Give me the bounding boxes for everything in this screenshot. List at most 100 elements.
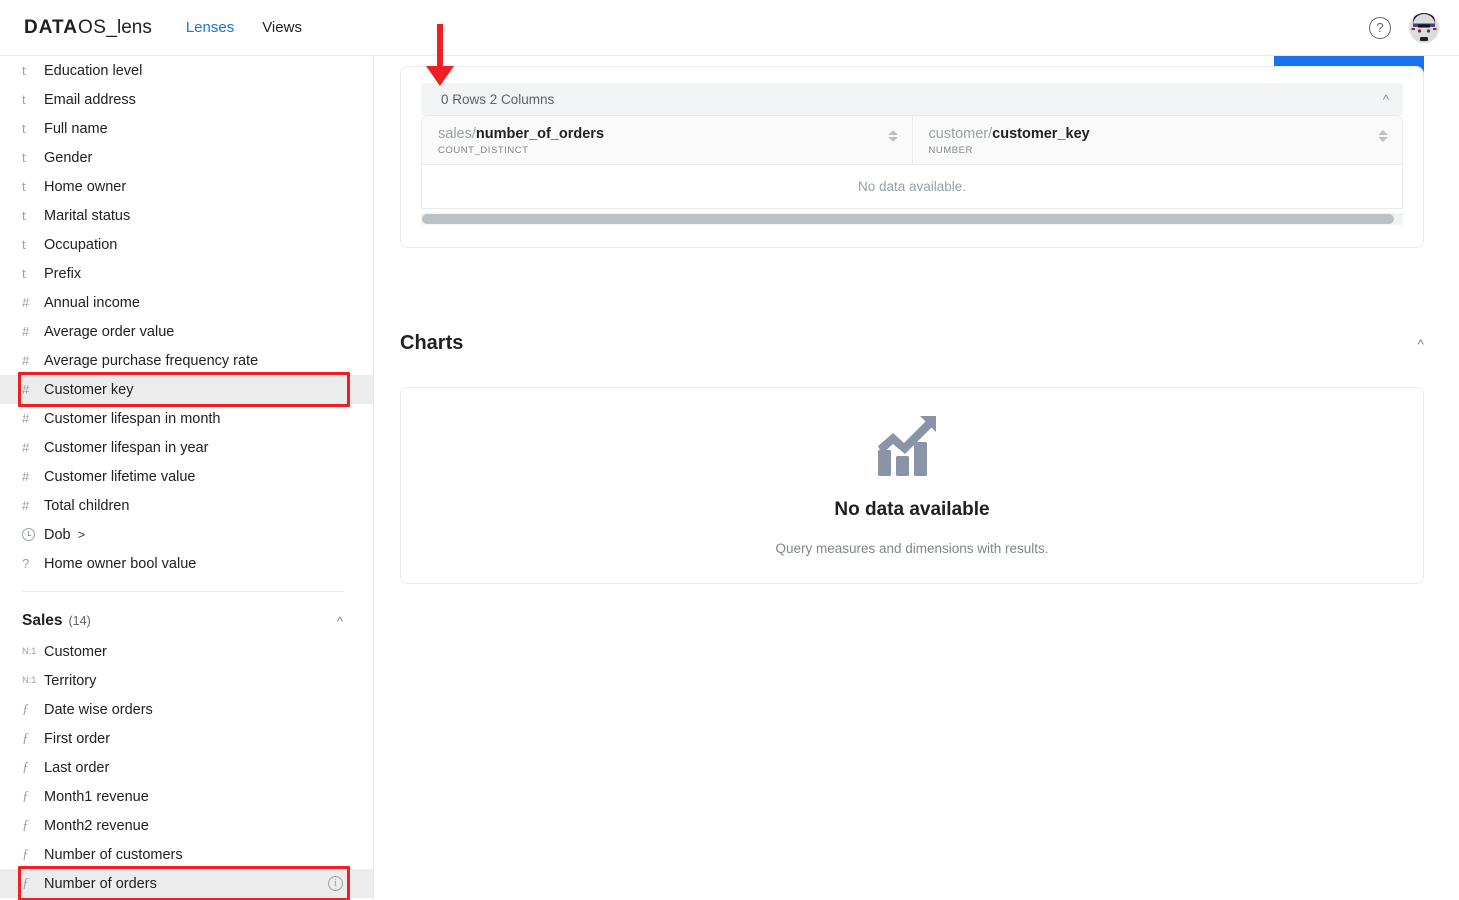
collapse-chevron-up-icon[interactable]: ^	[337, 614, 343, 629]
logo-os-text: OS	[77, 16, 107, 38]
charts-empty-title: No data available	[834, 498, 990, 520]
relationship-icon: N:1	[22, 646, 37, 657]
sort-descending-icon	[1378, 137, 1388, 142]
info-icon[interactable]: i	[328, 876, 343, 891]
field-label: First order	[44, 730, 111, 747]
text-type-icon: t	[22, 63, 26, 78]
field-row-total-children[interactable]: # Total children	[0, 491, 373, 520]
field-label: Last order	[44, 759, 110, 776]
text-type-icon: t	[22, 150, 26, 165]
sort-toggle-icon[interactable]	[1378, 126, 1388, 142]
main-content: 0 Rows 2 Columns ^ sales/number_of_order…	[374, 56, 1459, 900]
fields-sidebar[interactable]: t Education level t Email address t Full name…	[0, 56, 374, 900]
sales-item-date-wise-orders[interactable]: ƒ Date wise orders	[0, 695, 373, 724]
field-row-home-owner[interactable]: t Home owner	[0, 172, 373, 201]
function-icon: ƒ	[22, 730, 29, 746]
expand-chevron-right-icon[interactable]: >	[78, 527, 86, 542]
column-name: number_of_orders	[475, 126, 605, 142]
nav-link-views[interactable]: Views	[262, 19, 302, 36]
field-row-customer-lifetime-value[interactable]: # Customer lifetime value	[0, 462, 373, 491]
number-type-icon: #	[22, 411, 30, 426]
number-type-icon: #	[22, 469, 30, 484]
field-row-gender[interactable]: t Gender	[0, 143, 373, 172]
field-label: Territory	[44, 672, 97, 689]
field-label: Total children	[44, 497, 130, 514]
field-row-marital-status[interactable]: t Marital status	[0, 201, 373, 230]
field-row-home-owner-bool-value[interactable]: ? Home owner bool value	[0, 549, 373, 578]
group-count: (14)	[68, 614, 91, 628]
number-type-icon: #	[22, 498, 30, 513]
field-label: Gender	[44, 149, 93, 166]
text-type-icon: t	[22, 179, 26, 194]
avatar[interactable]	[1409, 12, 1439, 43]
field-label: Email address	[44, 91, 136, 108]
annotation-arrow-down	[426, 24, 454, 86]
field-label: Number of customers	[44, 846, 183, 863]
column-type: NUMBER	[928, 145, 973, 156]
function-icon: ƒ	[22, 875, 29, 891]
field-list: t Education level t Email address t Full name…	[0, 56, 373, 578]
field-row-prefix[interactable]: t Prefix	[0, 259, 373, 288]
field-row-customer-key[interactable]: # Customer key	[0, 375, 373, 404]
text-type-icon: t	[22, 92, 26, 107]
sort-ascending-icon	[1378, 130, 1388, 135]
text-type-icon: t	[22, 121, 26, 136]
field-row-customer-lifespan-in-month[interactable]: # Customer lifespan in month	[0, 404, 373, 433]
field-label: Average order value	[44, 323, 175, 340]
results-summary-bar[interactable]: 0 Rows 2 Columns ^	[421, 83, 1403, 115]
help-icon[interactable]: ?	[1369, 16, 1391, 39]
charts-empty-subtitle: Query measures and dimensions with resul…	[775, 540, 1049, 556]
field-row-annual-income[interactable]: # Annual income	[0, 288, 373, 317]
field-row-full-name[interactable]: t Full name	[0, 114, 373, 143]
field-row-average-purchase-frequency-rate[interactable]: # Average purchase frequency rate	[0, 346, 373, 375]
text-type-icon: t	[22, 237, 26, 252]
group-header-sales[interactable]: Sales (14) ^	[0, 605, 373, 637]
field-row-average-order-value[interactable]: # Average order value	[0, 317, 373, 346]
table-horizontal-scrollbar[interactable]	[421, 213, 1403, 225]
scrollbar-thumb[interactable]	[422, 214, 1395, 224]
table-column-header-number-of-orders[interactable]: sales/number_of_orders COUNT_DISTINCT	[422, 116, 913, 164]
number-type-icon: #	[22, 324, 30, 339]
sales-item-month1-revenue[interactable]: ƒ Month1 revenue	[0, 782, 373, 811]
field-row-email-address[interactable]: t Email address	[0, 85, 373, 114]
text-type-icon: t	[22, 208, 26, 223]
sales-item-last-order[interactable]: ƒ Last order	[0, 753, 373, 782]
sales-item-month2-revenue[interactable]: ƒ Month2 revenue	[0, 811, 373, 840]
app-logo[interactable]: DATA OS _lens	[24, 17, 152, 39]
chevron-up-icon[interactable]: ^	[1383, 92, 1389, 107]
field-label: Education level	[44, 62, 143, 79]
field-row-dob[interactable]: Dob >	[0, 520, 373, 549]
table-header-row: sales/number_of_orders COUNT_DISTINCT cu…	[422, 116, 1402, 164]
sales-item-number-of-orders[interactable]: ƒ Number of orders i	[0, 869, 373, 898]
field-row-customer-lifespan-in-year[interactable]: # Customer lifespan in year	[0, 433, 373, 462]
number-type-icon: #	[22, 382, 30, 397]
field-label: Customer	[44, 643, 107, 660]
field-row-education-level[interactable]: t Education level	[0, 56, 373, 85]
charts-section-header: Charts ^	[400, 332, 1424, 355]
field-label: Month2 revenue	[44, 817, 149, 834]
sales-item-territory[interactable]: N:1 Territory	[0, 666, 373, 695]
nav-link-lenses[interactable]: Lenses	[186, 19, 234, 36]
field-label: Annual income	[44, 294, 140, 311]
function-icon: ƒ	[22, 759, 29, 775]
sales-item-customer[interactable]: N:1 Customer	[0, 637, 373, 666]
function-icon: ƒ	[22, 846, 29, 862]
sales-item-number-of-customers[interactable]: ƒ Number of customers	[0, 840, 373, 869]
field-label: Customer key	[44, 381, 134, 398]
results-table: sales/number_of_orders COUNT_DISTINCT cu…	[421, 115, 1403, 209]
field-label: Prefix	[44, 265, 82, 282]
column-name: customer_key	[992, 126, 1090, 142]
function-icon: ƒ	[22, 817, 29, 833]
table-column-header-customer-key[interactable]: customer/customer_key NUMBER	[913, 116, 1403, 164]
chevron-up-icon[interactable]: ^	[1417, 336, 1424, 352]
field-label: Customer lifetime value	[44, 468, 196, 485]
field-label: Date wise orders	[44, 701, 153, 718]
field-row-occupation[interactable]: t Occupation	[0, 230, 373, 259]
nav-links: Lenses Views	[186, 19, 302, 36]
field-label: Month1 revenue	[44, 788, 149, 805]
number-type-icon: #	[22, 353, 30, 368]
function-icon: ƒ	[22, 788, 29, 804]
sales-item-first-order[interactable]: ƒ First order	[0, 724, 373, 753]
sort-toggle-icon[interactable]	[887, 126, 898, 142]
sort-ascending-icon	[887, 130, 898, 135]
